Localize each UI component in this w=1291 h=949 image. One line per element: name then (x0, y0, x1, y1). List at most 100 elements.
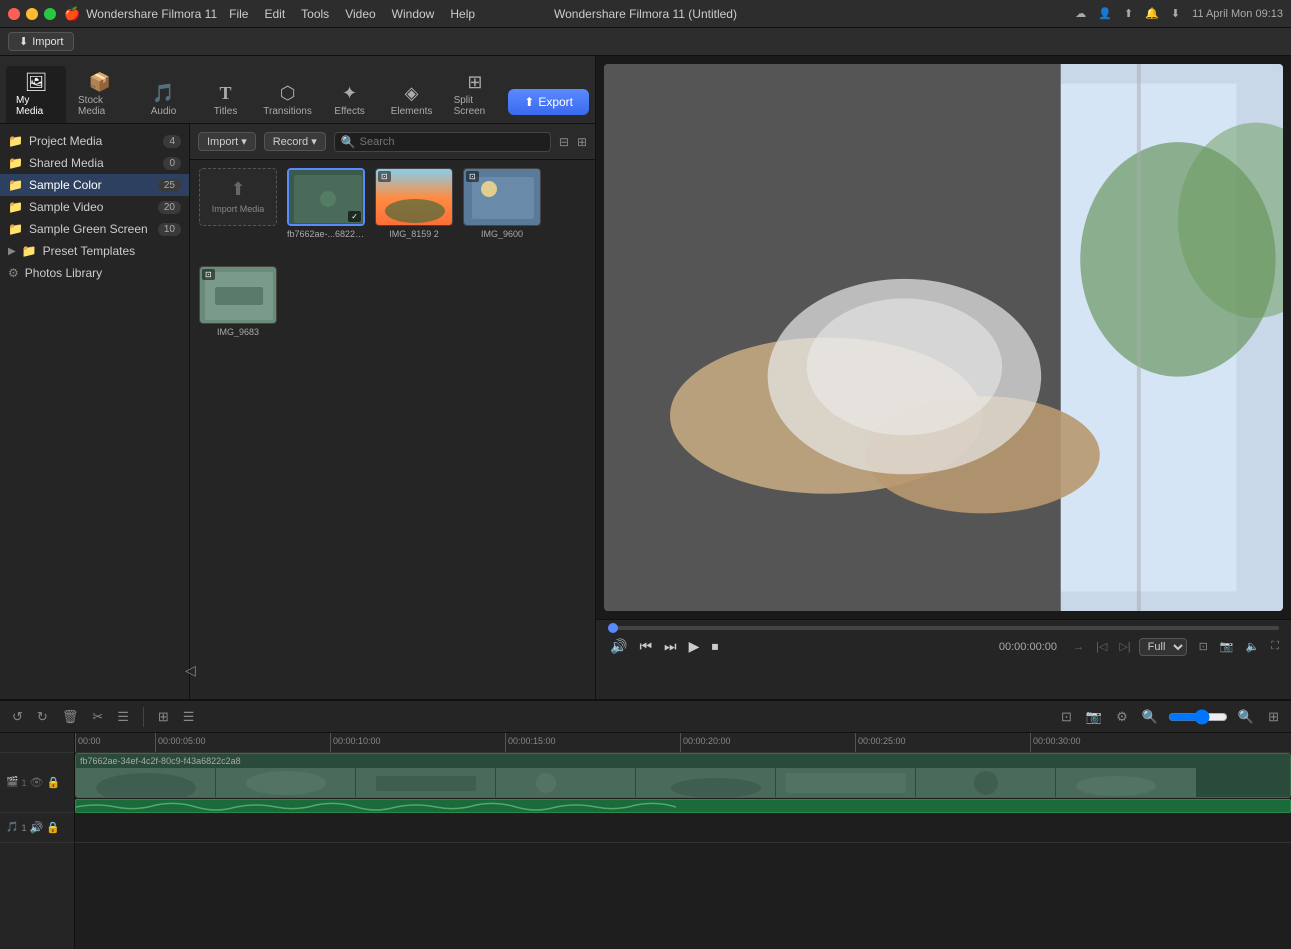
timeline-ruler[interactable]: 00:00 00:00:05:00 00:00:10:00 00:00:15:0… (75, 733, 1291, 753)
grid-view-icon[interactable]: ⊞ (577, 135, 587, 149)
speaker-icon[interactable]: 🔊 (29, 821, 43, 834)
chevron-down-icon: ▾ (241, 135, 247, 148)
sidebar-item-sample-video[interactable]: 📁 Sample Video 20 (0, 196, 189, 218)
sidebar-item-photos-library[interactable]: ⚙ Photos Library (0, 262, 189, 284)
titlebar: 🍎 Wondershare Filmora 11 File Edit Tools… (0, 0, 1291, 28)
progress-bar[interactable] (608, 626, 1279, 630)
sidebar-item-preset-templates[interactable]: ▶ 📁 Preset Templates (0, 240, 189, 262)
zoom-slider[interactable] (1168, 709, 1228, 725)
import-media-item[interactable]: ⬆ Import Media (198, 168, 278, 258)
frame-1 (76, 768, 216, 798)
waveform-track (75, 799, 1291, 813)
menu-help[interactable]: Help (450, 7, 475, 21)
video-track-clip[interactable]: fb7662ae-34ef-4c2f-80c9-f43a6822c2a8 (75, 753, 1291, 798)
undo-button[interactable]: ↺ (8, 707, 27, 727)
tab-stock-media[interactable]: 📦 Stock Media (68, 66, 132, 123)
tab-effects[interactable]: ✦ Effects (320, 77, 380, 123)
delete-button[interactable]: 🗑 (58, 707, 83, 727)
frame-7 (916, 768, 1056, 798)
menu-tools[interactable]: Tools (301, 7, 329, 21)
import-dropdown-button[interactable]: Import ▾ (198, 132, 256, 151)
step-back-button[interactable]: ⏮ (637, 636, 654, 657)
record-label: Record (273, 136, 308, 148)
ruler-mark-6: 00:00:30:00 (1030, 733, 1205, 752)
menu-bar: File Edit Tools Video Window Help (229, 7, 475, 21)
zoom-in-button[interactable]: 🔍 (1138, 707, 1162, 727)
importbar: ⬇ Import (0, 28, 1291, 56)
track-num-label: 1 (21, 778, 26, 788)
sidebar-item-shared-media[interactable]: 📁 Shared Media 0 (0, 152, 189, 174)
filter-icon[interactable]: ⊟ (559, 135, 569, 149)
folder-icon-4: 📁 (8, 200, 23, 214)
image-icon-badge-3: ⊡ (202, 269, 215, 280)
main-layout: 🖼 My Media 📦 Stock Media 🎵 Audio T Title… (0, 56, 1291, 699)
ruler-mark-2: 00:00:10:00 (330, 733, 505, 752)
close-button[interactable] (8, 8, 20, 20)
snapshot-icon[interactable]: ⊡ (1199, 640, 1208, 653)
quality-select[interactable]: Full 1/2 1/4 (1139, 638, 1187, 656)
menu-video[interactable]: Video (345, 7, 375, 21)
ruler-mark-1: 00:00:05:00 (155, 733, 330, 752)
menu-file[interactable]: File (229, 7, 248, 21)
image-thumb-img8159: ⊡ (375, 168, 453, 226)
progress-thumb[interactable] (608, 623, 618, 633)
eye-icon[interactable]: 👁 (29, 776, 43, 789)
frame-4 (496, 768, 636, 798)
list-item[interactable]: ⊡ IMG_9600 (462, 168, 542, 258)
zoom-out-button[interactable]: 🔍 (1234, 707, 1258, 727)
sidebar-item-sample-color[interactable]: 📁 Sample Color 25 (0, 174, 189, 196)
window-title: Wondershare Filmora 11 (Untitled) (554, 7, 737, 21)
traffic-lights (8, 8, 56, 20)
minimize-button[interactable] (26, 8, 38, 20)
tab-transitions[interactable]: ⬡ Transitions (258, 77, 318, 123)
tab-titles[interactable]: T Titles (196, 77, 256, 123)
export-button[interactable]: ⬆ Export (508, 89, 589, 115)
titlebar-right: ☁ 👤 ⬆ 🔔 ⬇ 11 April Mon 09:13 (1075, 7, 1283, 20)
redo-button[interactable]: ↻ (33, 707, 52, 727)
fit-timeline-button[interactable]: ⊡ (1057, 707, 1076, 727)
snapshot-timeline-button[interactable]: 📷 (1082, 707, 1106, 727)
tab-audio[interactable]: 🎵 Audio (134, 77, 194, 123)
list-item[interactable]: ⊡ IMG_9683 (198, 266, 278, 356)
volume-button[interactable]: 🔊 (608, 636, 629, 657)
step-forward-button[interactable]: ⏭ (662, 636, 679, 657)
media-item-name: IMG_9600 (481, 229, 523, 239)
menu-edit[interactable]: Edit (264, 7, 285, 21)
lock-icon[interactable]: 🔒 (46, 776, 60, 789)
tab-my-media[interactable]: 🖼 My Media (6, 66, 66, 123)
fullscreen-icon[interactable]: ⛶ (1271, 640, 1279, 653)
sidebar: 📁 Project Media 4 📁 Shared Media 0 📁 Sam… (0, 124, 190, 699)
tab-elements[interactable]: ◈ Elements (382, 77, 442, 123)
audio-track-row[interactable] (75, 813, 1291, 843)
ai-cut-button[interactable]: ⚙ (1112, 707, 1132, 727)
split-button[interactable]: ☰ (113, 707, 133, 727)
sidebar-collapse-button[interactable]: ◁ (185, 662, 190, 679)
video-track-row[interactable]: fb7662ae-34ef-4c2f-80c9-f43a6822c2a8 (75, 753, 1291, 813)
record-dropdown-button[interactable]: Record ▾ (264, 132, 326, 151)
effects-icon: ✦ (342, 83, 357, 104)
maximize-button[interactable] (44, 8, 56, 20)
grid-toggle-button[interactable]: ⊞ (1264, 707, 1283, 727)
list-item[interactable]: ✓ fb7662ae-...6822c2a8 (286, 168, 366, 258)
camera-icon[interactable]: 📷 (1220, 640, 1234, 653)
list-item[interactable]: ⊡ IMG_8159 2 (374, 168, 454, 258)
toolbar-tabs: 🖼 My Media 📦 Stock Media 🎵 Audio T Title… (0, 56, 595, 124)
track-settings-button[interactable]: ☰ (179, 707, 199, 727)
play-button[interactable]: ▶ (687, 636, 702, 657)
video-canvas (604, 64, 1283, 611)
sidebar-item-project-media[interactable]: 📁 Project Media 4 (0, 130, 189, 152)
lock-icon-audio[interactable]: 🔒 (46, 821, 60, 834)
tab-split-screen[interactable]: ⊞ Split Screen (444, 66, 507, 123)
media-grid: ⬆ Import Media (190, 160, 595, 699)
cut-button[interactable]: ✂ (88, 707, 107, 727)
stop-button[interactable]: ⏹ (709, 636, 720, 657)
import-button[interactable]: ⬇ Import (8, 32, 74, 51)
frame-strip (76, 754, 1196, 797)
sidebar-item-sample-green-screen[interactable]: 📁 Sample Green Screen 10 (0, 218, 189, 240)
divider (143, 707, 144, 727)
menu-window[interactable]: Window (392, 7, 435, 21)
search-input[interactable] (360, 136, 544, 148)
volume-icon[interactable]: 🔈 (1246, 640, 1260, 653)
add-track-button[interactable]: ⊞ (154, 707, 173, 727)
video-track-num: 🎬 (6, 777, 18, 788)
